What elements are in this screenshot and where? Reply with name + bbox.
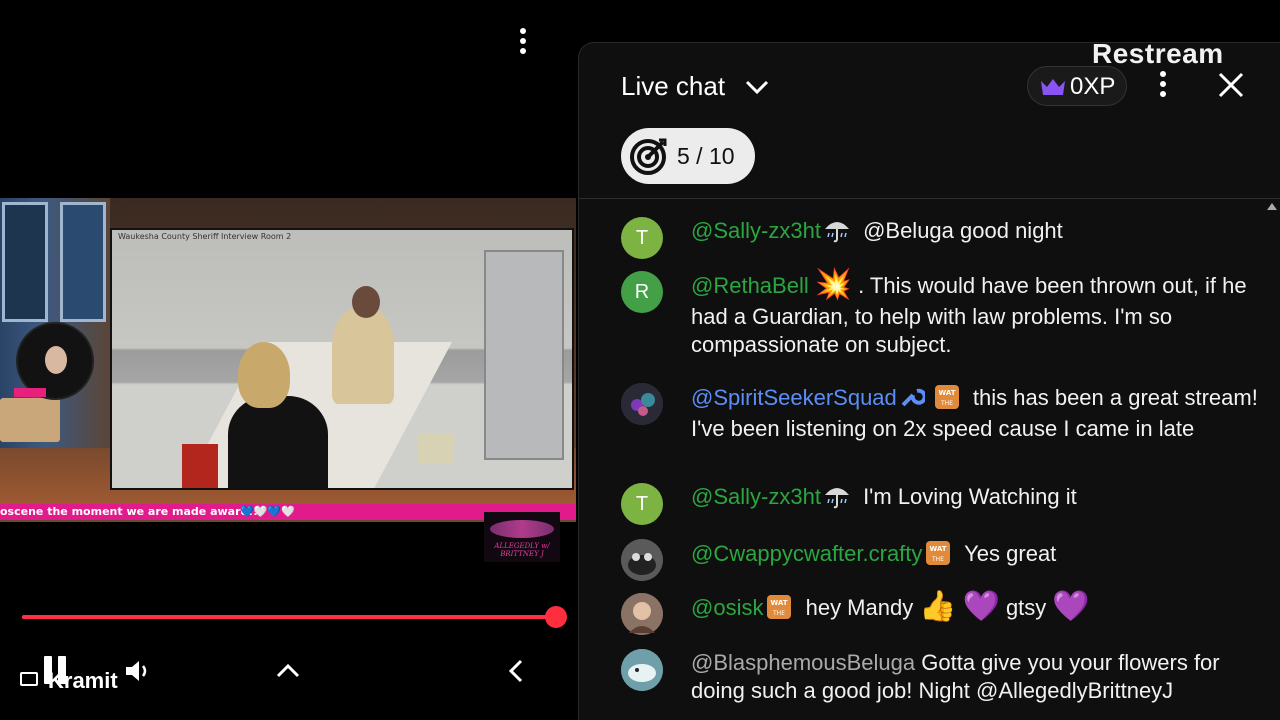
seated-man: [332, 308, 394, 404]
interview-footage: Waukesha County Sheriff Interview Room 2: [110, 228, 574, 490]
thumbs-up-emoji: 👍: [919, 590, 957, 623]
message-text: gtsy: [1005, 594, 1047, 620]
avatar[interactable]: T: [621, 483, 663, 525]
xp-button[interactable]: 0XP: [1027, 66, 1127, 106]
avatar[interactable]: R: [621, 271, 663, 313]
progress-scrubber-handle[interactable]: [545, 606, 567, 628]
cast-icon[interactable]: [20, 672, 38, 686]
message-text: @Beluga good night: [863, 218, 1063, 243]
svg-text:THE: THE: [940, 400, 953, 407]
chevron-left-icon[interactable]: [506, 658, 526, 684]
svg-text:THE: THE: [931, 556, 944, 563]
ticker-text: oscene the moment we are made aware!!: [0, 505, 259, 518]
seated-man-head: [352, 286, 380, 318]
message-author[interactable]: @RethaBell: [691, 273, 809, 298]
progress-fill: [22, 615, 556, 619]
wat-badge-icon: WAT THE: [926, 541, 951, 565]
red-chair: [182, 444, 218, 488]
beluga-avatar-icon: [621, 649, 663, 691]
avatar[interactable]: [621, 593, 663, 635]
spirit-avatar-icon: [621, 383, 663, 425]
message-author[interactable]: @Cwappycwafter.crafty: [691, 541, 922, 566]
svg-text:WAT: WAT: [938, 389, 955, 397]
window-decor: [60, 202, 106, 322]
avatar[interactable]: [621, 383, 663, 425]
blue-heart-icon: 💙: [267, 506, 282, 518]
chat-title[interactable]: Live chat: [621, 71, 725, 102]
umbrella-badge-icon: [824, 488, 849, 509]
xp-label: 0XP: [1070, 73, 1116, 100]
sofa-decor: [0, 398, 60, 442]
svg-text:THE: THE: [772, 610, 785, 617]
window-decor: [2, 202, 48, 322]
restream-watermark: Restream: [1092, 38, 1224, 69]
target-icon: [630, 138, 667, 175]
purple-heart-emoji: 💜: [962, 590, 1000, 623]
chat-more-options-icon[interactable]: [1157, 71, 1169, 101]
wat-badge-icon: WAT THE: [934, 385, 959, 409]
avatar[interactable]: [621, 649, 663, 691]
video-player[interactable]: Waukesha County Sheriff Interview Room 2…: [0, 0, 578, 720]
svg-text:WAT: WAT: [771, 599, 788, 607]
white-heart-icon: 🤍: [253, 506, 268, 518]
brand-eyes-graphic: [490, 520, 554, 538]
waste-bin: [418, 434, 454, 464]
crown-icon: [1041, 79, 1065, 95]
host-name-tag: [14, 388, 46, 397]
channel-brand-logo: ALLEGEDLY w/ BRITTNEY J: [484, 512, 560, 562]
ticker-hearts: 💙🤍💙🤍: [240, 505, 295, 518]
wat-badge-icon: WAT THE: [767, 595, 792, 619]
avatar[interactable]: [621, 539, 663, 581]
goal-progress-chip[interactable]: 5 / 10: [621, 128, 755, 184]
chat-messages: T @Sally-zx3ht @Beluga good night R @Ret…: [579, 209, 1280, 720]
message-author[interactable]: @SpiritSeekerSquad: [691, 385, 897, 410]
message-author[interactable]: @osisk: [691, 595, 763, 620]
message-text: I'm Loving Watching it: [863, 484, 1077, 509]
message-text: hey Mandy: [805, 594, 914, 620]
message-text: Yes great: [964, 540, 1057, 566]
player-more-options-icon[interactable]: [514, 28, 532, 60]
white-heart-icon: 🤍: [281, 506, 295, 518]
brand-logo-text: ALLEGEDLY w/ BRITTNEY J: [494, 542, 550, 558]
volume-icon[interactable]: [124, 658, 152, 684]
blue-heart-icon: 💙: [240, 506, 254, 518]
pause-icon[interactable]: [42, 656, 68, 684]
live-chat-panel: Live chat 0XP 5 / 10 T @Sally-zx3ht @Bel…: [578, 42, 1280, 720]
pet-avatar-icon: [621, 539, 663, 581]
wrench-icon: [901, 388, 925, 407]
avatar[interactable]: T: [621, 217, 663, 259]
player-controls: Kramit: [0, 650, 578, 700]
message-author[interactable]: @Sally-zx3ht: [691, 218, 821, 243]
interview-door: [484, 250, 564, 460]
message-author[interactable]: @BlasphemousBeluga: [691, 650, 915, 675]
chevron-up-icon[interactable]: [276, 660, 300, 680]
svg-text:WAT: WAT: [930, 545, 947, 553]
goal-progress-label: 5 / 10: [677, 143, 735, 169]
collision-emoji: 💥: [814, 268, 853, 301]
message-author[interactable]: @Sally-zx3ht: [691, 484, 821, 509]
purple-heart-emoji: 💜: [1052, 590, 1090, 623]
interviewer-hair: [238, 342, 290, 408]
chevron-down-icon[interactable]: [745, 79, 769, 95]
umbrella-badge-icon: [824, 222, 849, 243]
video-frame[interactable]: Waukesha County Sheriff Interview Room 2…: [0, 198, 576, 522]
footage-caption: Waukesha County Sheriff Interview Room 2: [118, 232, 292, 241]
interviewer-body: [228, 396, 328, 488]
close-icon[interactable]: [1217, 71, 1245, 99]
host-face: [45, 346, 67, 374]
user-avatar-icon: [621, 593, 663, 635]
progress-bar[interactable]: [22, 615, 556, 619]
